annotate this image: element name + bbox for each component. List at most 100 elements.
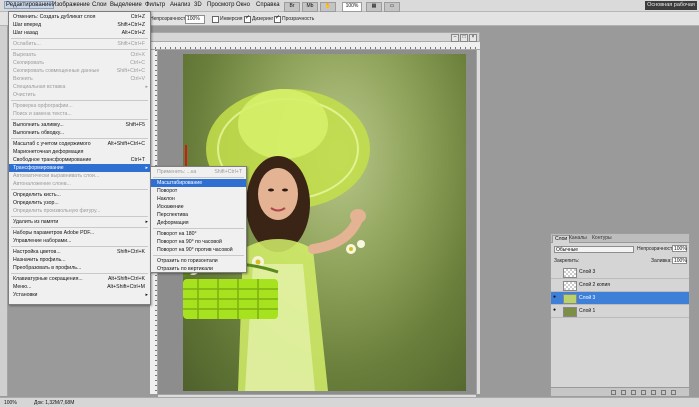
menu-item-fill[interactable]: Выполнить заливку... Shift+F5 — [9, 121, 150, 129]
link-icon[interactable] — [611, 390, 616, 395]
menu-item-transform[interactable]: Трансформирование ▸ — [9, 164, 150, 172]
menu-item-puppet-warp[interactable]: Марионеточная деформация — [9, 148, 150, 156]
blend-mode-select[interactable]: Обычные — [554, 246, 634, 253]
layer-row[interactable]: Слой 3 — [551, 266, 689, 279]
status-zoom[interactable]: 100% — [4, 400, 17, 406]
menu-item-paste[interactable]: Вклеить Ctrl+V — [9, 75, 150, 83]
menu-item-copy[interactable]: Скопировать Ctrl+C — [9, 59, 150, 67]
visibility-toggle[interactable] — [553, 269, 559, 274]
menu-item-keyboard-shortcuts[interactable]: Клавиатурные сокращения... Alt+Shift+Ctrl… — [9, 275, 150, 283]
submenu-item-flip-horizontal[interactable]: Отразить по горизонтали — [151, 257, 246, 265]
menu-item-stroke[interactable]: Выполнить обводку... — [9, 129, 150, 137]
menu-help[interactable]: Справка — [256, 2, 280, 8]
hand-icon[interactable]: ✋ — [320, 2, 336, 12]
menu-analysis[interactable]: Анализ — [170, 2, 190, 8]
tab-channels[interactable]: Каналы — [567, 235, 589, 242]
menu-item-copy-merged[interactable]: Скопировать совмещенные данные Shift+Ctrl… — [9, 67, 150, 75]
close-icon[interactable]: × — [469, 34, 477, 42]
minimize-icon[interactable]: – — [451, 34, 459, 42]
minibridge-icon[interactable]: Mb — [302, 2, 318, 12]
menu-item-assign-profile[interactable]: Назначить профиль... — [9, 256, 150, 264]
separator — [11, 100, 148, 101]
submenu-item-flip-vertical[interactable]: Отразить по вертикали — [151, 265, 246, 273]
dither-checkbox[interactable] — [244, 14, 251, 23]
vertical-scrollbar[interactable] — [476, 50, 480, 394]
submenu-item-perspective[interactable]: Перспектива — [151, 211, 246, 219]
fill-field[interactable]: 100% — [672, 257, 687, 264]
menu-item-define-pattern[interactable]: Определить узор... — [9, 199, 150, 207]
menu-item-step-backward[interactable]: Шаг назад Alt+Ctrl+Z — [9, 29, 150, 37]
transparency-label: Прозрачность — [282, 16, 315, 22]
menu-item-undo[interactable]: Отменить: Создать дубликат слоя Ctrl+Z — [9, 13, 150, 21]
maximize-icon[interactable]: □ — [460, 34, 468, 42]
layer-row[interactable]: ● Слой 1 — [551, 305, 689, 318]
visibility-toggle[interactable] — [553, 282, 559, 287]
layer-opacity-field[interactable]: 100% — [672, 245, 687, 252]
menu-edit[interactable]: Редактирование — [4, 1, 54, 9]
menu-layers[interactable]: Слои — [92, 2, 107, 8]
menu-item-define-shape[interactable]: Определить произвольную фигуру... — [9, 207, 150, 215]
transparency-checkbox[interactable] — [274, 14, 281, 23]
eye-icon[interactable]: ● — [553, 295, 559, 300]
menu-window[interactable]: Окно — [236, 2, 250, 8]
menu-item-purge[interactable]: Удалить из памяти ▸ — [9, 218, 150, 226]
submenu-arrow-icon: ▸ — [145, 219, 148, 225]
submenu-item-apply[interactable]: Применить: ...ка Shift+Ctrl+T — [151, 168, 246, 176]
menu-item-find-replace[interactable]: Поиск и замена текста... — [9, 110, 150, 118]
menu-item-step-forward[interactable]: Шаг вперед Shift+Ctrl+Z — [9, 21, 150, 29]
menu-item-fade[interactable]: Ослабить... Shift+Ctrl+F — [9, 40, 150, 48]
tools-panel[interactable] — [0, 26, 8, 396]
invert-checkbox[interactable] — [212, 16, 219, 23]
submenu-item-rotate-90-cw[interactable]: Поворот на 90° по часовой — [151, 238, 246, 246]
bridge-icon[interactable]: Br — [284, 2, 300, 12]
document-title-bar[interactable]: – □ × — [150, 32, 480, 42]
arrange-icon[interactable]: ▦ — [366, 2, 382, 12]
tab-paths[interactable]: Контуры — [590, 235, 614, 242]
submenu-item-scale[interactable]: Масштабирование — [151, 179, 246, 187]
fill-label: Заливка: — [651, 258, 672, 264]
screen-mode-icon[interactable]: ▭ — [384, 2, 400, 12]
layer-row[interactable]: ● Слой 3 — [551, 292, 689, 305]
layer-name: Слой 3 — [579, 295, 596, 301]
menu-item-content-aware-scale[interactable]: Масштаб с учетом содержимого Alt+Shift+Ct… — [9, 140, 150, 148]
separator — [11, 273, 148, 274]
submenu-item-rotate-180[interactable]: Поворот на 180° — [151, 230, 246, 238]
opacity-field[interactable]: 100% — [185, 15, 205, 24]
menu-3d[interactable]: 3D — [194, 2, 202, 8]
menu-item-free-transform[interactable]: Свободное трансформирование Ctrl+T — [9, 156, 150, 164]
submenu-item-distort[interactable]: Искажение — [151, 203, 246, 211]
menu-item-cut[interactable]: Вырезать Ctrl+X — [9, 51, 150, 59]
submenu-item-warp[interactable]: Деформация — [151, 219, 246, 227]
fx-icon[interactable] — [621, 390, 626, 395]
menu-item-color-settings[interactable]: Настройка цветов... Shift+Ctrl+K — [9, 248, 150, 256]
adjustment-icon[interactable] — [641, 390, 646, 395]
menu-item-spell-check[interactable]: Проверка орфографии... — [9, 102, 150, 110]
menu-item-paste-special[interactable]: Специальная вставка ▸ — [9, 83, 150, 91]
menu-view[interactable]: Просмотр — [207, 2, 234, 8]
zoom-level[interactable]: 100% — [342, 2, 362, 12]
menu-image[interactable]: Изображение — [52, 2, 90, 8]
layer-row[interactable]: Слой 2 копия — [551, 279, 689, 292]
submenu-item-skew[interactable]: Наклон — [151, 195, 246, 203]
menu-item-convert-profile[interactable]: Преобразовать в профиль... — [9, 264, 150, 272]
submenu-item-rotate[interactable]: Поворот — [151, 187, 246, 195]
menu-item-preferences[interactable]: Установки ▸ — [9, 291, 150, 299]
menu-item-menus[interactable]: Меню... Alt+Shift+Ctrl+M — [9, 283, 150, 291]
menu-item-auto-blend[interactable]: Автоналожение слоев... — [9, 180, 150, 188]
menu-item-pdf-presets[interactable]: Наборы параметров Adobe PDF... — [9, 229, 150, 237]
menu-item-preset-manager[interactable]: Управление наборами... — [9, 237, 150, 245]
menu-item-auto-align[interactable]: Автоматически выравнивать слои... — [9, 172, 150, 180]
mask-icon[interactable] — [631, 390, 636, 395]
new-layer-icon[interactable] — [661, 390, 666, 395]
trash-icon[interactable] — [671, 390, 676, 395]
submenu-item-rotate-90-ccw[interactable]: Поворот на 90° против часовой — [151, 246, 246, 254]
eye-icon[interactable]: ● — [553, 308, 559, 313]
folder-icon[interactable] — [651, 390, 656, 395]
submenu-arrow-icon: ▸ — [145, 84, 148, 90]
workspace-button[interactable]: Основная рабочая — [645, 1, 697, 10]
layers-panel-footer — [551, 387, 689, 396]
menu-filter[interactable]: Фильтр — [145, 2, 165, 8]
menu-item-define-brush[interactable]: Определить кисть... — [9, 191, 150, 199]
menu-item-clear[interactable]: Очистить — [9, 91, 150, 99]
menu-select[interactable]: Выделение — [110, 2, 142, 8]
